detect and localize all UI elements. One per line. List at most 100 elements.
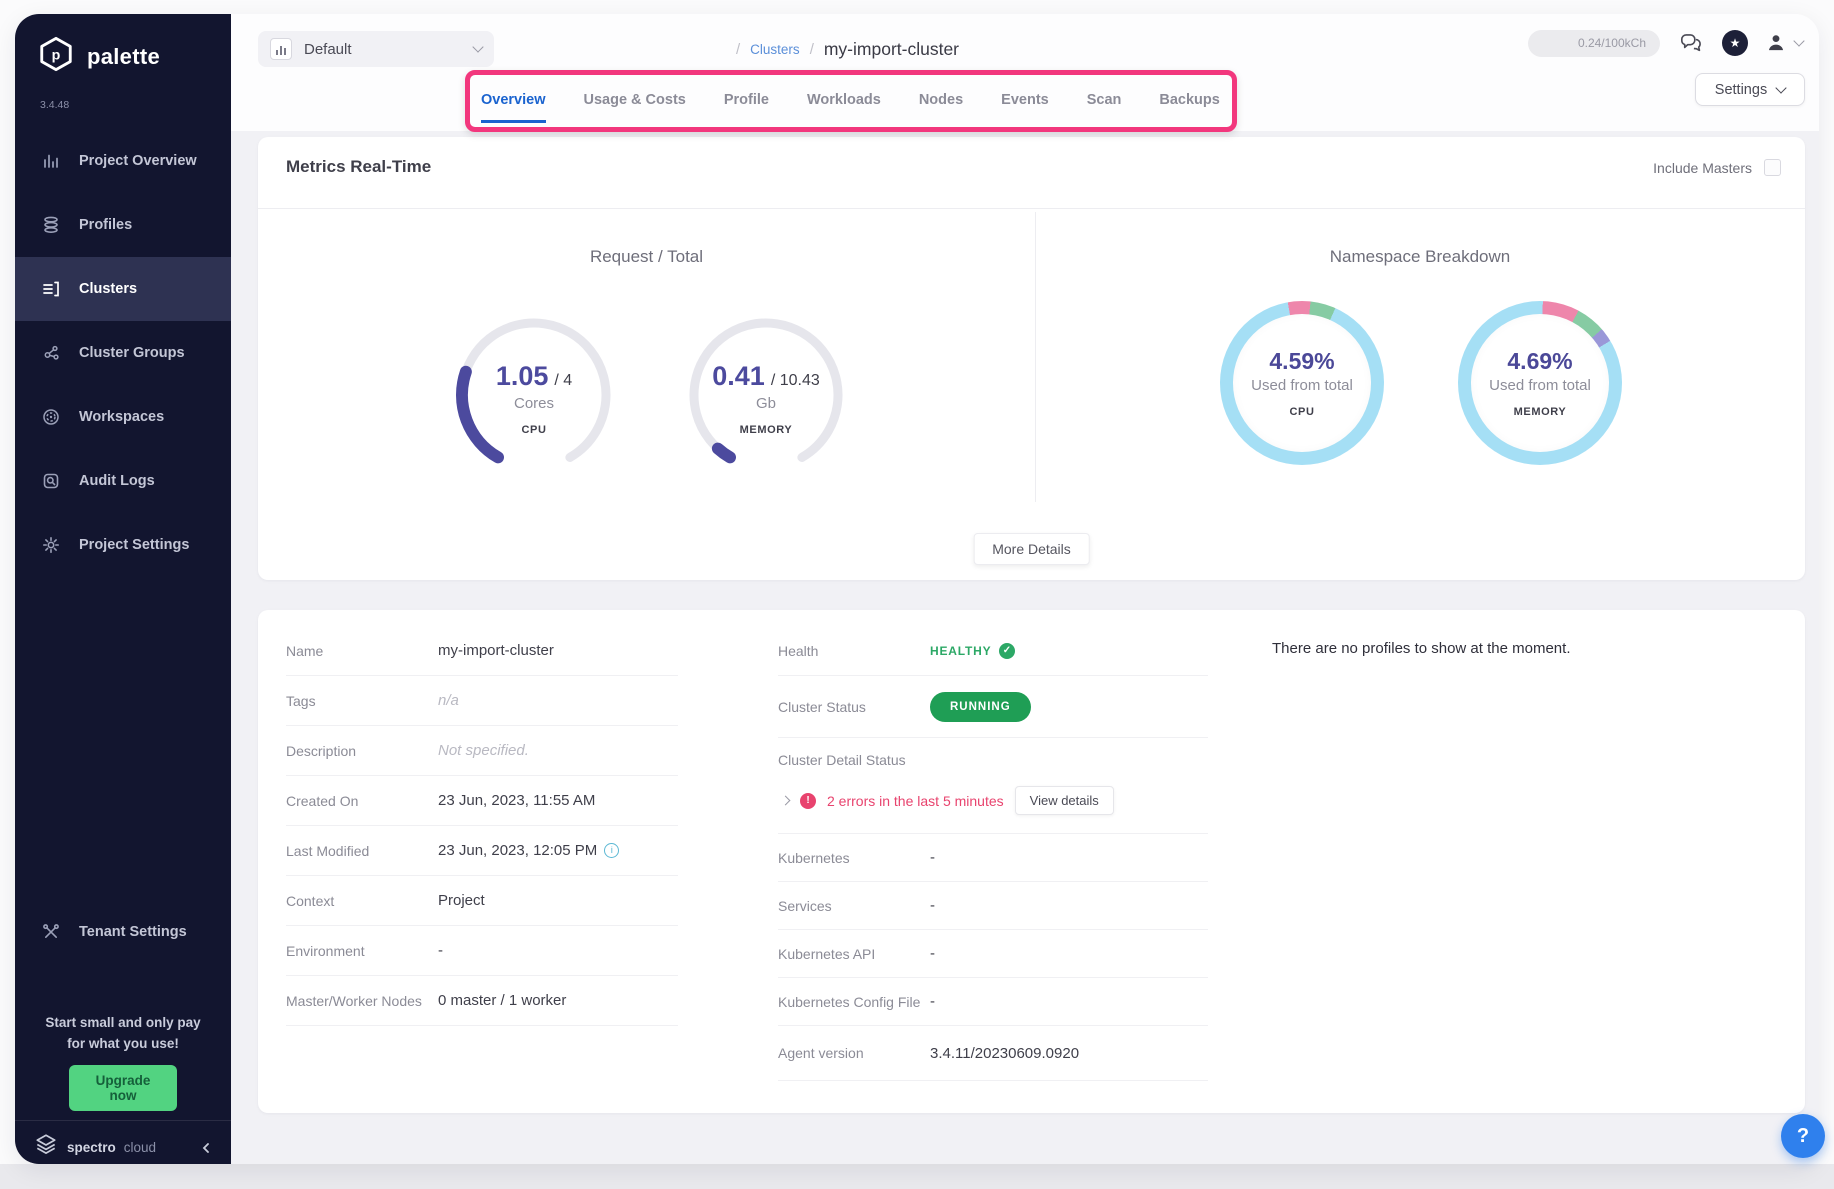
chevron-down-icon — [1776, 82, 1787, 93]
tab-overview[interactable]: Overview — [481, 84, 546, 123]
detail-row-context: Context Project — [286, 876, 678, 926]
view-details-button[interactable]: View details — [1015, 786, 1114, 815]
detail-row-description: Description Not specified. — [286, 726, 678, 776]
detail-row-master-worker: Master/Worker Nodes 0 master / 1 worker — [286, 976, 678, 1026]
cluster-detail-status-block: Cluster Detail Status ! 2 errors in the … — [778, 738, 1208, 834]
error-text: 2 errors in the last 5 minutes — [827, 793, 1004, 809]
chat-button[interactable] — [1677, 29, 1705, 57]
detail-row-name: Name my-import-cluster — [286, 626, 678, 676]
app-version: 3.4.48 — [40, 99, 69, 111]
page-background-strip — [0, 1164, 1834, 1189]
sidebar-item-clusters[interactable]: Clusters — [15, 257, 231, 321]
chevron-down-icon — [472, 41, 483, 52]
breadcrumb-clusters-link[interactable]: Clusters — [750, 42, 800, 57]
project-chart-icon — [270, 38, 292, 60]
help-button[interactable]: ? — [1781, 1114, 1825, 1158]
health-status: HEALTHY ✓ — [930, 643, 1015, 659]
metrics-card: Metrics Real-Time Include Masters Reques… — [258, 137, 1805, 580]
cpu-gauge: 1.05 / 4 Cores CPU — [444, 305, 624, 485]
user-menu[interactable] — [1765, 32, 1803, 54]
user-icon — [1765, 32, 1787, 54]
sidebar-item-label: Tenant Settings — [79, 924, 187, 940]
tab-backups[interactable]: Backups — [1159, 84, 1219, 123]
cpu-total-value: / 4 — [554, 372, 572, 390]
detail-row-kubernetes: Kubernetes - — [778, 834, 1208, 882]
tab-usage-costs[interactable]: Usage & Costs — [584, 84, 686, 123]
chevron-left-icon — [200, 1142, 212, 1154]
tab-bar: Overview Usage & Costs Profile Workloads… — [481, 78, 1220, 128]
settings-button[interactable]: Settings — [1695, 73, 1805, 106]
settings-button-label: Settings — [1715, 82, 1767, 98]
breadcrumb-current: my-import-cluster — [824, 39, 959, 60]
metrics-title: Metrics Real-Time — [286, 157, 431, 177]
namespace-cpu-donut: 4.59% Used from total CPU — [1220, 301, 1384, 465]
check-icon: ✓ — [999, 643, 1015, 659]
app-name: palette — [87, 44, 160, 70]
memory-unit: Gb — [756, 395, 776, 412]
list-icon — [41, 279, 61, 299]
detail-row-environment: Environment - — [286, 926, 678, 976]
sidebar-item-project-overview[interactable]: Project Overview — [15, 129, 231, 193]
profiles-empty-message: There are no profiles to show at the mom… — [1272, 640, 1570, 657]
star-icon: ★ — [1730, 36, 1741, 50]
whats-new-button[interactable]: ★ — [1722, 30, 1748, 56]
chevron-down-icon — [1793, 35, 1804, 46]
sidebar-item-tenant-settings[interactable]: Tenant Settings — [15, 904, 231, 960]
brand-name-secondary: cloud — [124, 1140, 156, 1155]
sidebar-collapse-button[interactable] — [195, 1137, 217, 1159]
tab-events[interactable]: Events — [1001, 84, 1049, 123]
sidebar-item-label: Project Settings — [79, 537, 189, 553]
namespace-breakdown-title: Namespace Breakdown — [1035, 247, 1805, 267]
screenshot-stage: p palette 3.4.48 Project Overview — [0, 0, 1834, 1189]
cpu-used-percent: 4.59% — [1269, 348, 1334, 375]
include-masters-checkbox[interactable] — [1764, 159, 1781, 176]
sidebar-item-profiles[interactable]: Profiles — [15, 193, 231, 257]
project-selector-value: Default — [304, 41, 352, 58]
tab-nodes[interactable]: Nodes — [919, 84, 963, 123]
main-content: Metrics Real-Time Include Masters Reques… — [231, 131, 1819, 1164]
tab-profile[interactable]: Profile — [724, 84, 769, 123]
sidebar-item-label: Project Overview — [79, 153, 197, 169]
cpu-unit: Cores — [514, 395, 554, 412]
memory-donut-label: MEMORY — [1514, 406, 1567, 418]
detail-row-health: Health HEALTHY ✓ — [778, 626, 1208, 676]
tools-icon — [41, 922, 61, 942]
cpu-gauge-text: 1.05 / 4 Cores CPU — [444, 305, 624, 485]
info-icon[interactable]: i — [604, 843, 619, 858]
breadcrumb-separator: / — [810, 41, 814, 58]
details-middle-column: Health HEALTHY ✓ Cluster Status RUNNING … — [778, 626, 1208, 1081]
expand-chevron-icon[interactable] — [781, 796, 791, 806]
sidebar-item-workspaces[interactable]: Workspaces — [15, 385, 231, 449]
sidebar-item-label: Clusters — [79, 281, 137, 297]
details-left-column: Name my-import-cluster Tags n/a Descript… — [286, 626, 678, 1026]
chat-bubbles-icon — [1678, 30, 1704, 56]
target-icon — [41, 407, 61, 427]
search-doc-icon — [41, 471, 61, 491]
sidebar-item-label: Cluster Groups — [79, 345, 185, 361]
tab-workloads[interactable]: Workloads — [807, 84, 881, 123]
memory-request-value: 0.41 — [712, 361, 765, 392]
memory-label: MEMORY — [740, 424, 793, 436]
sidebar-item-cluster-groups[interactable]: Cluster Groups — [15, 321, 231, 385]
cpu-used-subtext: Used from total — [1251, 377, 1353, 394]
brand-row: spectro cloud — [33, 1132, 217, 1163]
upgrade-now-button[interactable]: Upgrade now — [69, 1065, 177, 1111]
sidebar-item-audit-logs[interactable]: Audit Logs — [15, 449, 231, 513]
sidebar-item-label: Profiles — [79, 217, 132, 233]
usage-quota-pill: 0.24/100kCh — [1528, 30, 1660, 57]
tab-scan[interactable]: Scan — [1087, 84, 1122, 123]
detail-row-kubernetes-config: Kubernetes Config File - — [778, 978, 1208, 1026]
project-selector[interactable]: Default — [258, 31, 494, 67]
palette-hexagon-icon: p — [37, 35, 75, 78]
more-details-button[interactable]: More Details — [973, 533, 1090, 565]
cluster-details-card: Name my-import-cluster Tags n/a Descript… — [258, 610, 1805, 1113]
sidebar-item-project-settings[interactable]: Project Settings — [15, 513, 231, 577]
error-icon: ! — [800, 793, 816, 809]
sidebar: p palette 3.4.48 Project Overview — [15, 14, 231, 1164]
namespace-memory-donut: 4.69% Used from total MEMORY — [1458, 301, 1622, 465]
sidebar-item-label: Audit Logs — [79, 473, 155, 489]
brand-name-primary: spectro — [67, 1140, 116, 1155]
gear-icon — [41, 535, 61, 555]
detail-row-last-modified: Last Modified 23 Jun, 2023, 12:05 PM i — [286, 826, 678, 876]
spectro-cloud-logo-icon — [33, 1132, 59, 1163]
